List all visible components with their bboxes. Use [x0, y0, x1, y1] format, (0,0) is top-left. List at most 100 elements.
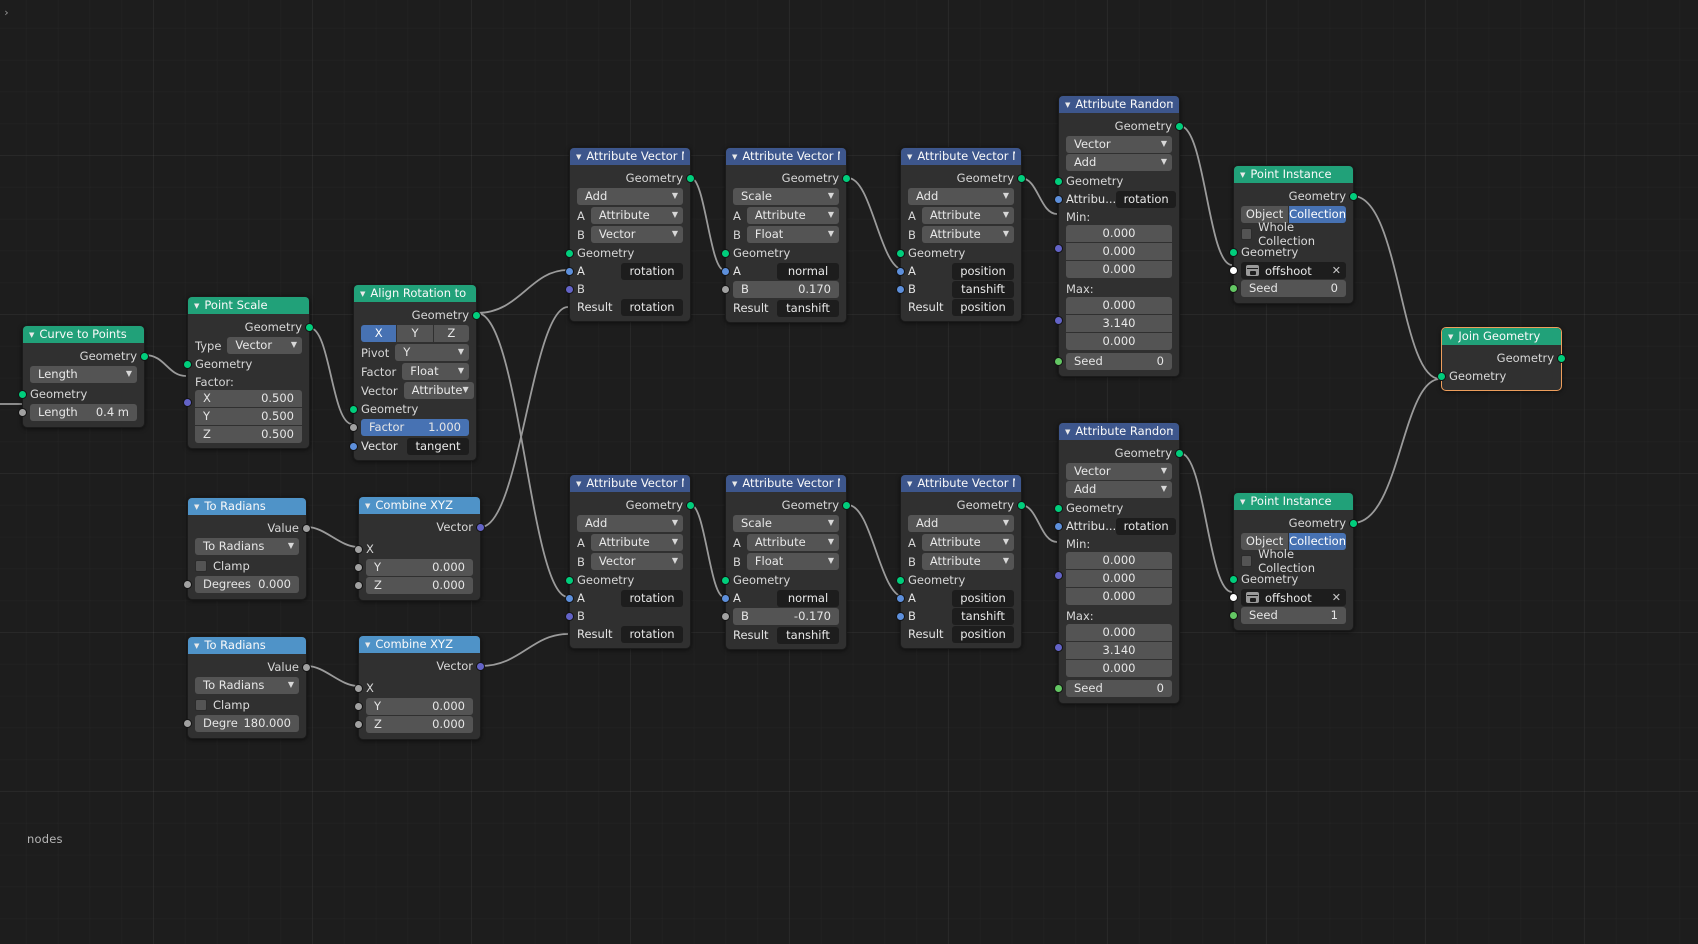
operation-row[interactable]: Add ▼	[1059, 481, 1179, 498]
socket-geometry-out[interactable]	[686, 174, 695, 183]
socket-geometry-out[interactable]	[140, 352, 149, 361]
operation-dropdown[interactable]: Add ▼	[1066, 481, 1172, 498]
a-attribute-field[interactable]: normal	[777, 589, 839, 607]
socket-geometry-in[interactable]	[565, 249, 574, 258]
operation-row[interactable]: Scale ▼	[726, 515, 846, 532]
collapse-triangle-icon[interactable]: ▼	[1448, 334, 1453, 341]
z-field[interactable]: Z 0.000	[366, 577, 473, 594]
socket-geometry-out[interactable]	[842, 174, 851, 183]
node-to-radians-top[interactable]: ▼ To Radians Value To Radians ▼ Clamp De…	[183, 497, 311, 600]
vector-type-dropdown[interactable]: Attribute ▼	[403, 382, 474, 399]
operation-row[interactable]: Add ▼	[1059, 154, 1179, 171]
y-field[interactable]: Y 0.000	[366, 559, 473, 576]
socket-geometry-out[interactable]	[1175, 449, 1184, 458]
result-row[interactable]: Result rotation	[570, 625, 690, 643]
axis-x-button[interactable]: X	[361, 325, 397, 342]
result-row[interactable]: Result position	[901, 298, 1021, 316]
node-header[interactable]: ▼ Attribute Vector Mat	[570, 148, 690, 165]
socket-geometry-in[interactable]	[1054, 177, 1063, 186]
node-attribute-randomize-bottom[interactable]: ▼ Attribute Randomize Geometry Vector ▼ …	[1054, 422, 1184, 704]
node-header[interactable]: ▼ Attribute Randomize	[1059, 423, 1179, 440]
socket-geometry-out[interactable]	[472, 311, 481, 320]
socket-value-out[interactable]	[302, 524, 311, 533]
operation-dropdown[interactable]: Add ▼	[908, 188, 1014, 205]
vector-attr-row[interactable]: Vector tangent	[349, 437, 476, 455]
operation-row[interactable]: Scale ▼	[726, 188, 846, 205]
pivot-dropdown[interactable]: Y ▼	[395, 344, 469, 361]
b-type-row[interactable]: B Float ▼	[726, 552, 846, 571]
result-row[interactable]: Result rotation	[570, 298, 690, 316]
socket-a-in[interactable]	[565, 594, 574, 603]
collapse-triangle-icon[interactable]: ▼	[907, 154, 912, 161]
result-row[interactable]: Result tanshift	[726, 299, 846, 317]
operation-dropdown[interactable]: Add ▼	[577, 188, 683, 205]
result-field[interactable]: tanshift	[777, 626, 839, 644]
b-type-dropdown[interactable]: Float ▼	[746, 553, 839, 570]
min-y-field[interactable]: 0.000	[1066, 243, 1172, 260]
collapse-triangle-icon[interactable]: ▼	[576, 481, 581, 488]
socket-b-in[interactable]	[896, 285, 905, 294]
result-row[interactable]: Result tanshift	[726, 626, 846, 644]
collapse-triangle-icon[interactable]: ▼	[360, 291, 365, 298]
socket-collection-in[interactable]	[1229, 266, 1238, 275]
close-icon[interactable]: ✕	[1332, 591, 1341, 604]
socket-z-in[interactable]	[354, 720, 363, 729]
clamp-row[interactable]: Clamp	[188, 556, 306, 575]
b-type-dropdown[interactable]: Attribute ▼	[921, 226, 1014, 243]
node-attribute-vector-math-scale-top[interactable]: ▼ Attribute Vector Mat Geometry Scale ▼ …	[721, 147, 851, 323]
socket-b-in[interactable]	[721, 285, 730, 294]
seed-field[interactable]: Seed 0	[1066, 353, 1172, 370]
socket-a-in[interactable]	[896, 267, 905, 276]
length-row[interactable]: Length 0.4 m	[18, 404, 144, 421]
node-header[interactable]: ▼ Point Instance	[1234, 166, 1353, 183]
factor-value-row[interactable]: Factor 1.000	[349, 419, 476, 436]
a-type-dropdown[interactable]: Attribute ▼	[746, 534, 839, 551]
collapse-triangle-icon[interactable]: ▼	[194, 504, 199, 511]
collapse-triangle-icon[interactable]: ▼	[194, 303, 199, 310]
node-curve-to-points[interactable]: ▼ Curve to Points Geometry Length ▼ Geom…	[18, 325, 149, 428]
attribute-field[interactable]: rotation	[1116, 190, 1177, 208]
vector-type-row[interactable]: Vector Attribute ▼	[354, 381, 476, 400]
socket-min-in[interactable]	[1054, 244, 1063, 253]
socket-geometry-in[interactable]	[896, 576, 905, 585]
clamp-checkbox[interactable]	[195, 559, 207, 572]
seed-row[interactable]: Seed 0	[1054, 353, 1179, 370]
whole-collection-row[interactable]: Whole Collection	[1234, 547, 1353, 575]
socket-vector-in[interactable]	[349, 442, 358, 451]
degrees-field[interactable]: Degre 180.000	[195, 715, 299, 732]
a-attribute-field[interactable]: rotation	[621, 262, 683, 280]
b-type-dropdown[interactable]: Attribute ▼	[921, 553, 1014, 570]
socket-b-in[interactable]	[896, 612, 905, 621]
collection-field[interactable]: offshoot ✕	[1241, 589, 1346, 606]
data-type-dropdown[interactable]: Vector ▼	[1066, 136, 1172, 153]
b-type-row[interactable]: B Attribute ▼	[901, 552, 1021, 571]
socket-b-in[interactable]	[721, 612, 730, 621]
collection-row[interactable]: offshoot ✕	[1229, 262, 1353, 279]
result-field[interactable]: tanshift	[777, 299, 839, 317]
b-field[interactable]: B -0.170	[733, 608, 839, 625]
socket-factor-vector-in[interactable]	[183, 398, 192, 407]
b-field[interactable]: B 0.170	[733, 281, 839, 298]
collapse-triangle-icon[interactable]: ▼	[907, 481, 912, 488]
seed-row[interactable]: Seed 0	[1229, 280, 1353, 297]
collapse-triangle-icon[interactable]: ▼	[1240, 172, 1245, 179]
degrees-field[interactable]: Degrees 0.000	[195, 576, 299, 593]
z-row[interactable]: Z 0.000	[354, 716, 480, 733]
input-a-row[interactable]: A normal	[721, 589, 846, 607]
socket-geometry-out[interactable]	[1349, 192, 1358, 201]
pivot-row[interactable]: Pivot Y ▼	[354, 343, 476, 362]
socket-geometry-out[interactable]	[1017, 174, 1026, 183]
node-attribute-vector-math-add2-top[interactable]: ▼ Attribute Vector Mat Geometry Add ▼ A …	[896, 147, 1026, 322]
socket-min-in[interactable]	[1054, 571, 1063, 580]
socket-a-in[interactable]	[721, 594, 730, 603]
socket-collection-in[interactable]	[1229, 593, 1238, 602]
min-x-field[interactable]: 0.000	[1066, 552, 1172, 569]
axis-enum-row[interactable]: X Y Z	[354, 325, 476, 342]
vector-attr-field[interactable]: tangent	[407, 437, 469, 455]
node-header[interactable]: ▼ Attribute Randomize	[1059, 96, 1179, 113]
z-field[interactable]: Z 0.000	[366, 716, 473, 733]
mode-dropdown-row[interactable]: Length ▼	[23, 366, 144, 383]
max-y-field[interactable]: 3.140	[1066, 642, 1172, 659]
socket-x-in[interactable]	[354, 684, 363, 693]
max-x-field[interactable]: 0.000	[1066, 624, 1172, 641]
